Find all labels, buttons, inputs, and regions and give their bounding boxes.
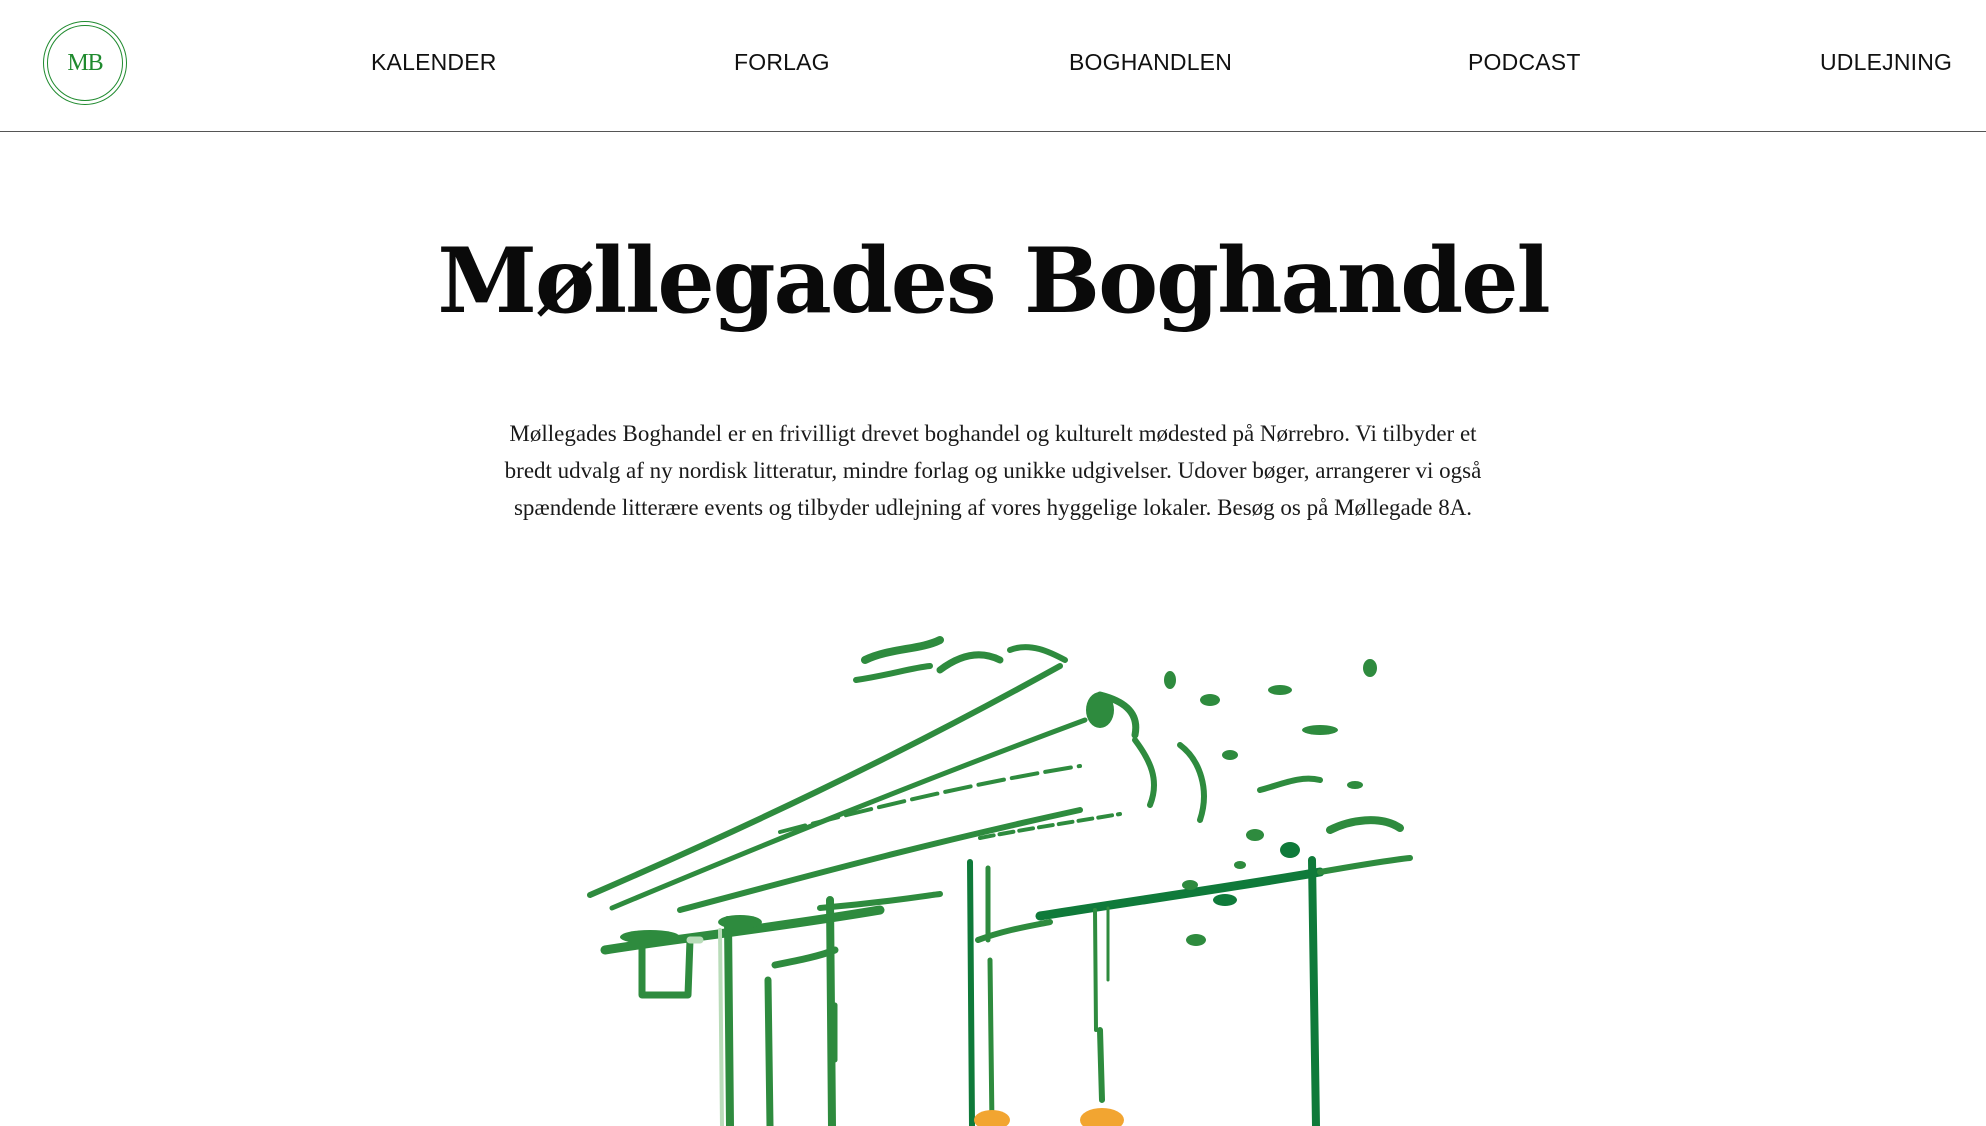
storefront-sketch-icon: [587, 636, 1413, 1126]
logo-icon[interactable]: MB: [43, 21, 127, 105]
nav-item-boghandlen[interactable]: BOGHANDLEN: [1069, 49, 1232, 76]
intro-text: Møllegades Boghandel er en frivilligt dr…: [504, 421, 1482, 520]
site-header: MB KALENDER FORLAG BOGHANDLEN PODCAST UD…: [0, 0, 1986, 132]
nav-item-udlejning[interactable]: UDLEJNING: [1820, 49, 1952, 76]
nav-item-podcast[interactable]: PODCAST: [1468, 49, 1581, 76]
nav-item-forlag[interactable]: FORLAG: [734, 49, 830, 76]
page-title: Møllegades Boghandel: [437, 228, 1550, 334]
logo-text: MB: [67, 49, 103, 76]
nav-item-kalender[interactable]: KALENDER: [371, 49, 497, 76]
